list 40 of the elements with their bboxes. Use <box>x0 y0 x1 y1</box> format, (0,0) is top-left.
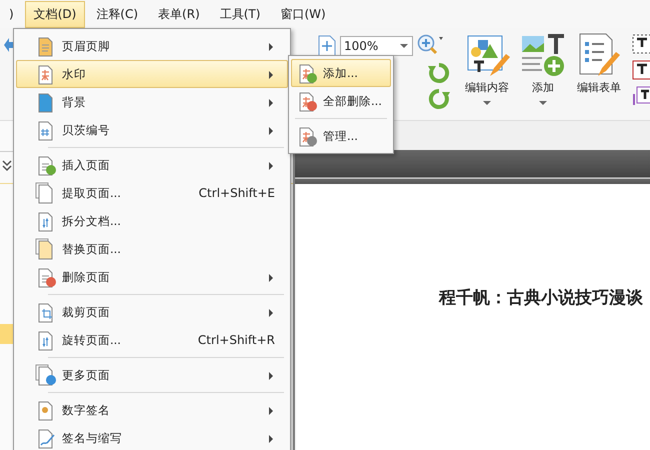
menu-bar-item[interactable]: 注释(C) <box>87 0 148 28</box>
zoom-field[interactable]: 100% <box>340 36 413 56</box>
double-chevron-icon[interactable] <box>2 160 12 172</box>
shortcut-text: Ctrl+Shift+E <box>198 186 275 200</box>
menu-item[interactable]: 页眉页脚 <box>16 32 288 60</box>
menu-item[interactable]: 数字签名 <box>16 396 288 424</box>
shortcut-text: Ctrl+Shift+R <box>198 333 275 347</box>
menu-item[interactable]: 管理... <box>291 122 391 150</box>
menu-bar-item[interactable]: 文档(D) <box>24 0 86 28</box>
menu-item[interactable]: 更多页面 <box>16 361 288 389</box>
menu-bar-item[interactable]: 窗口(W) <box>271 0 335 28</box>
menu-item[interactable]: 背景 <box>16 88 288 116</box>
rotate-left-icon[interactable] <box>428 62 450 84</box>
menu-item[interactable]: 全部删除... <box>291 87 391 115</box>
menu-item[interactable]: 旋转页面... Ctrl+Shift+R <box>16 326 288 354</box>
menu-item[interactable]: 水印 <box>16 60 288 88</box>
add-content-icon <box>520 32 566 78</box>
more-pages-icon <box>35 364 57 386</box>
menu-bar-item[interactable]: 表单(R) <box>149 0 209 28</box>
toolbar-button[interactable]: 编辑表单 <box>572 28 626 95</box>
menu-item[interactable]: 添加... <box>291 59 391 87</box>
menu-item[interactable]: 删除页面 <box>16 263 288 291</box>
toolbar-button[interactable]: 编辑内容 <box>460 28 514 105</box>
rotate-right-icon[interactable] <box>428 88 450 110</box>
fit-page-icon[interactable] <box>318 35 336 57</box>
menu-item[interactable]: 替换页面... <box>16 235 288 263</box>
menu-item[interactable]: 签名与缩写 <box>16 424 288 450</box>
menu-item[interactable]: 裁剪页面 <box>16 298 288 326</box>
selected-row-highlight <box>0 324 14 344</box>
menu-item[interactable]: 贝茨编号 <box>16 116 288 144</box>
menu-item[interactable]: 拆分文档... <box>16 207 288 235</box>
text-field-icon[interactable] <box>632 34 650 54</box>
menu-bar-item[interactable]: 工具(T) <box>210 0 270 28</box>
menu-item[interactable]: 插入页面 <box>16 151 288 179</box>
text-frame-icon[interactable] <box>632 86 650 106</box>
toolbar-button[interactable]: 添加 <box>516 28 570 105</box>
text-box-icon[interactable] <box>632 60 650 80</box>
menu-item[interactable]: 提取页面... Ctrl+Shift+E <box>16 179 288 207</box>
menu-bar-item[interactable]: ) <box>0 2 23 26</box>
document-title: 程千帆：古典小说技巧漫谈 <box>439 287 643 310</box>
